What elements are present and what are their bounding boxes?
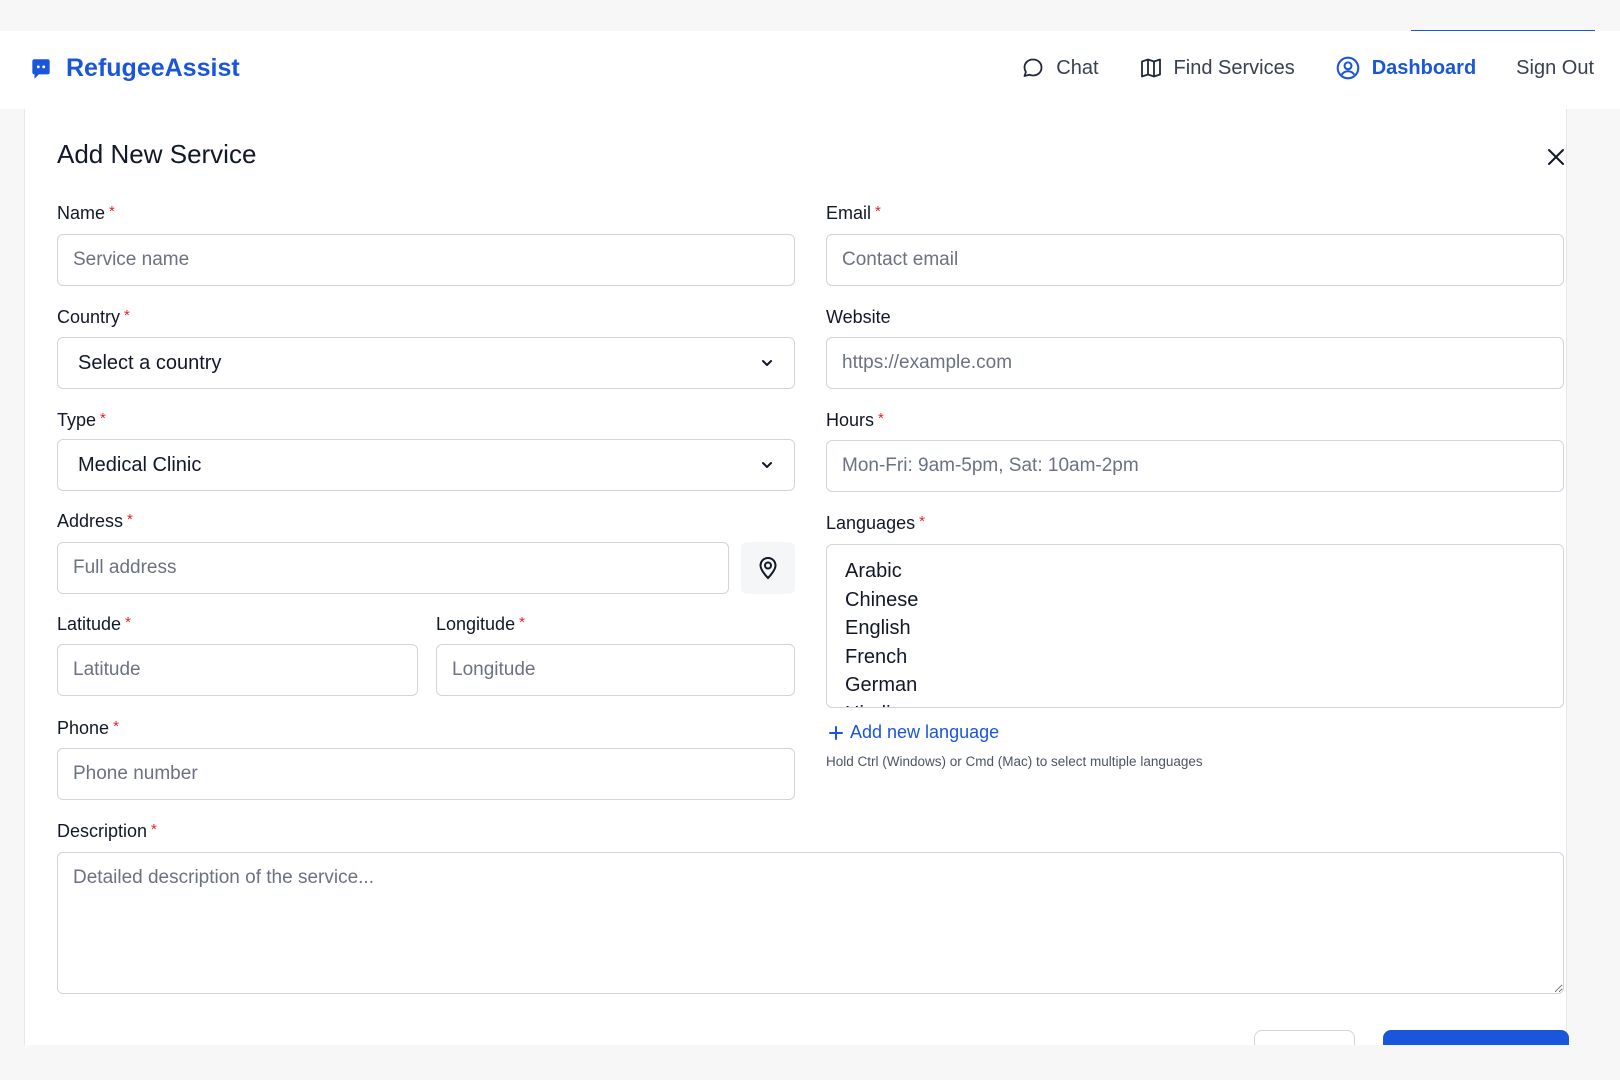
type-selected: Medical Clinic bbox=[78, 453, 202, 476]
longitude-input[interactable] bbox=[436, 644, 795, 696]
address-input[interactable] bbox=[57, 542, 729, 594]
chat-bubble-icon bbox=[1023, 58, 1043, 77]
latitude-label: Latitude * bbox=[57, 614, 131, 634]
language-option[interactable]: Arabic bbox=[845, 557, 1563, 586]
email-input[interactable] bbox=[826, 234, 1564, 286]
main-nav: Chat Find Services Dashboard Sign Out bbox=[981, 55, 1594, 81]
bottom-strip bbox=[0, 1045, 1620, 1080]
website-label: Website bbox=[826, 307, 891, 327]
map-icon bbox=[1140, 58, 1161, 78]
language-option[interactable]: French bbox=[845, 643, 1563, 672]
modal-title: Add New Service bbox=[57, 139, 257, 169]
chat-bot-icon bbox=[32, 58, 50, 79]
latitude-input[interactable] bbox=[57, 644, 418, 696]
nav-find-services[interactable]: Find Services bbox=[1139, 56, 1295, 80]
add-language-link[interactable]: Add new language bbox=[828, 722, 999, 743]
website-input[interactable] bbox=[826, 337, 1564, 389]
address-label: Address * bbox=[57, 511, 133, 531]
language-option[interactable]: Hindi bbox=[845, 700, 1563, 708]
app-header: RefugeeAssist Chat Find Services Dashboa… bbox=[0, 31, 1620, 109]
longitude-label: Longitude * bbox=[436, 614, 525, 634]
top-strip bbox=[0, 0, 1620, 32]
locate-address-button[interactable] bbox=[741, 542, 795, 594]
chevron-down-icon bbox=[762, 360, 772, 366]
nav-chat-label: Chat bbox=[1056, 56, 1099, 79]
brand-name: RefugeeAssist bbox=[66, 54, 240, 82]
country-label: Country * bbox=[57, 307, 130, 327]
name-label: Name * bbox=[57, 203, 115, 223]
brand[interactable]: RefugeeAssist bbox=[28, 54, 240, 83]
nav-dashboard-label: Dashboard bbox=[1371, 56, 1477, 79]
plus-icon bbox=[829, 725, 843, 740]
languages-multiselect[interactable]: Arabic Chinese English French German Hin… bbox=[826, 544, 1564, 708]
language-option[interactable]: English bbox=[845, 614, 1563, 643]
user-circle-icon bbox=[1336, 56, 1360, 80]
nav-sign-out[interactable]: Sign Out bbox=[1516, 57, 1594, 80]
nav-dashboard[interactable]: Dashboard bbox=[1335, 55, 1476, 81]
phone-input[interactable] bbox=[57, 748, 795, 800]
chevron-down-icon bbox=[762, 462, 772, 468]
hours-input[interactable] bbox=[826, 440, 1564, 492]
description-label: Description * bbox=[57, 821, 157, 841]
close-icon bbox=[1548, 149, 1564, 165]
languages-hint: Hold Ctrl (Windows) or Cmd (Mac) to sele… bbox=[826, 754, 1203, 769]
country-select[interactable]: Select a country bbox=[57, 337, 795, 389]
nav-chat[interactable]: Chat bbox=[1021, 56, 1099, 80]
description-textarea[interactable] bbox=[57, 852, 1564, 994]
phone-label: Phone * bbox=[57, 718, 119, 738]
nav-sign-out-label: Sign Out bbox=[1516, 56, 1594, 79]
country-selected: Select a country bbox=[78, 351, 222, 374]
email-label: Email * bbox=[826, 203, 881, 223]
languages-label: Languages * bbox=[826, 513, 925, 533]
name-input[interactable] bbox=[57, 234, 795, 286]
add-service-modal: Add New Service Name* Email* Country* Se… bbox=[24, 109, 1569, 1054]
language-option[interactable]: Chinese bbox=[845, 586, 1563, 615]
map-pin-icon bbox=[759, 556, 777, 580]
language-option[interactable]: German bbox=[845, 671, 1563, 700]
hours-label: Hours * bbox=[826, 410, 884, 430]
type-label: Type * bbox=[57, 410, 106, 430]
close-button[interactable] bbox=[1543, 144, 1569, 170]
nav-find-services-label: Find Services bbox=[1173, 56, 1295, 79]
type-select[interactable]: Medical Clinic bbox=[57, 439, 795, 491]
